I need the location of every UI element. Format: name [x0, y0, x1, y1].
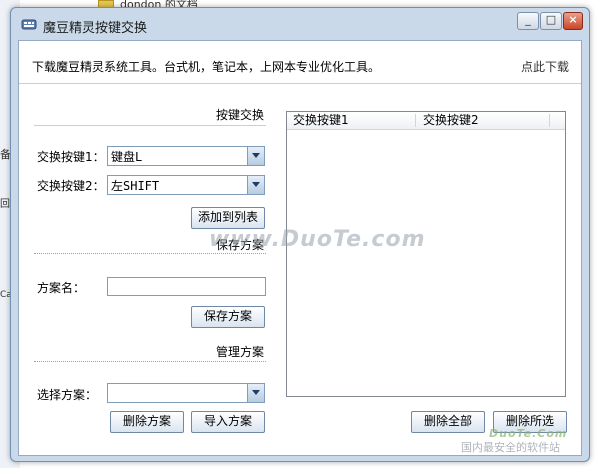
watermark: www.DuoTe.com: [209, 227, 426, 252]
column-divider[interactable]: [415, 114, 416, 127]
key2-combo[interactable]: 左SHIFT: [107, 175, 265, 195]
key1-value: 键盘L: [111, 150, 143, 164]
import-scheme-button[interactable]: 导入方案: [191, 411, 265, 433]
maximize-button[interactable]: □: [540, 12, 562, 30]
column-header-key2[interactable]: 交换按键2: [417, 112, 553, 129]
select-scheme-combo[interactable]: [107, 383, 265, 403]
add-to-list-button[interactable]: 添加到列表: [191, 207, 265, 229]
chevron-down-icon[interactable]: [247, 147, 264, 165]
section-divider: [34, 253, 266, 254]
column-header-key1[interactable]: 交换按键1: [287, 112, 411, 129]
save-scheme-button[interactable]: 保存方案: [191, 306, 265, 328]
chevron-down-icon[interactable]: [247, 384, 264, 402]
close-button[interactable]: ×: [563, 12, 583, 30]
window-title: 魔豆精灵按键交换: [43, 21, 148, 36]
dialog-client-area: 下载魔豆精灵系统工具。台式机，笔记本，上网本专业优化工具。 点此下载 按键交换 …: [18, 40, 582, 456]
key2-value: 左SHIFT: [111, 179, 160, 193]
key1-combo[interactable]: 键盘L: [107, 146, 265, 166]
select-scheme-label: 选择方案：: [37, 388, 98, 402]
key2-label: 交换按键2：: [37, 179, 105, 193]
section-title-manage: 管理方案: [215, 345, 264, 359]
section-divider: [34, 125, 266, 126]
app-icon: [21, 19, 37, 30]
promo-text: 下载魔豆精灵系统工具。台式机，笔记本，上网本专业优化工具。: [32, 60, 381, 74]
section-title-swap: 按键交换: [215, 108, 264, 122]
download-link[interactable]: 点此下载: [521, 58, 569, 75]
key1-label: 交换按键1：: [37, 150, 105, 164]
dialog-window: 魔豆精灵按键交换 _ □ × 下载魔豆精灵系统工具。台式机，笔记本，上网本专业优…: [10, 7, 590, 462]
delete-scheme-button[interactable]: 删除方案: [110, 411, 184, 433]
watermark-text: 国内最安全的软件站: [461, 441, 560, 454]
title-bar[interactable]: 魔豆精灵按键交换 _ □ ×: [11, 8, 589, 40]
minimize-button[interactable]: _: [517, 12, 539, 30]
section-divider: [34, 361, 266, 362]
column-divider[interactable]: [549, 114, 550, 127]
header-divider: [19, 83, 581, 84]
chevron-down-icon[interactable]: [247, 176, 264, 194]
list-header: 交换按键1 交换按键2: [287, 112, 565, 130]
scheme-name-input[interactable]: [107, 277, 266, 296]
delete-all-button[interactable]: 删除全部: [411, 411, 485, 433]
scheme-name-label: 方案名：: [37, 281, 86, 295]
swap-list[interactable]: 交换按键1 交换按键2: [286, 111, 566, 397]
